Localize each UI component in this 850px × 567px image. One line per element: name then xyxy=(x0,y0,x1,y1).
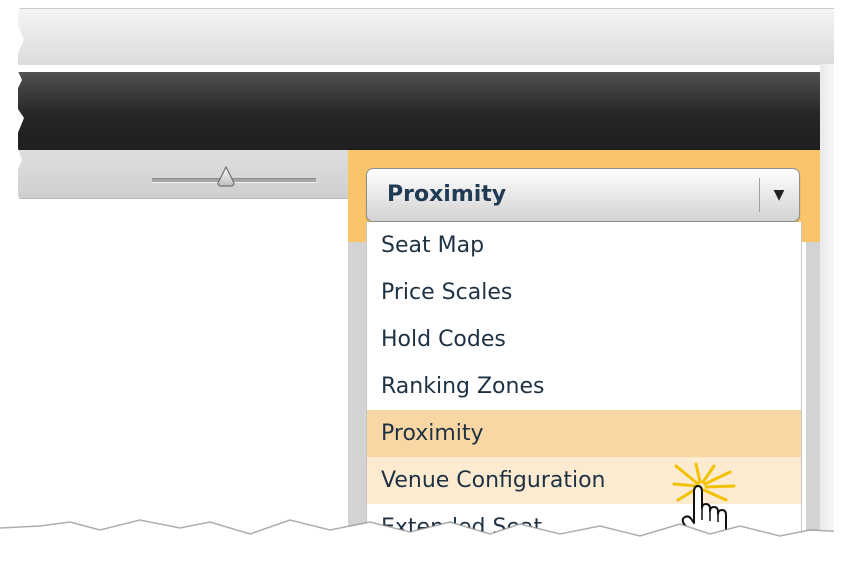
app-window: Proximity ▼ Seat Map Price Scales Hold C… xyxy=(0,0,850,567)
torn-edge-decoration xyxy=(0,0,850,567)
